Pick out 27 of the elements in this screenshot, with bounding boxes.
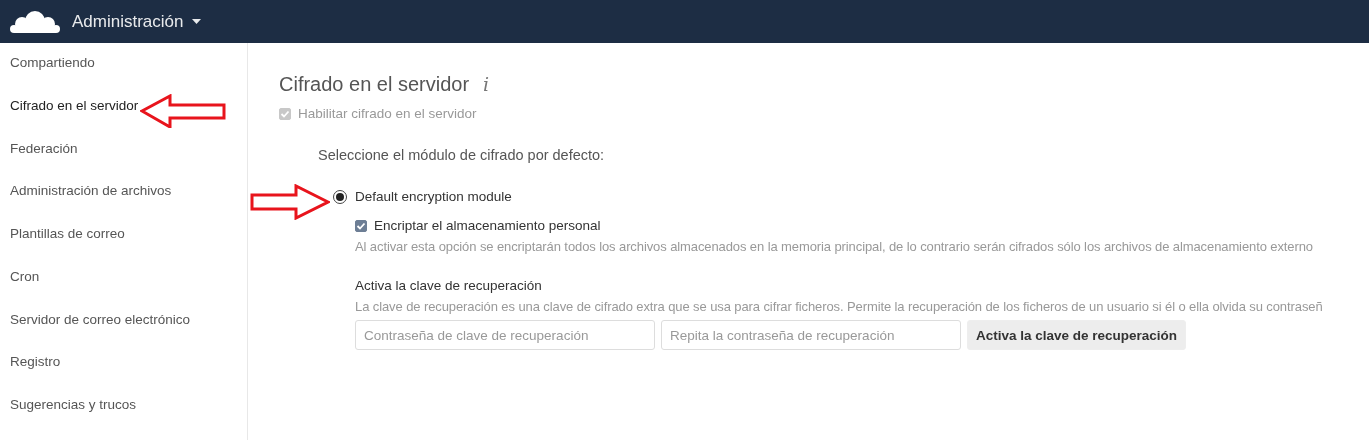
hint-text: Al activar esta opción se encriptarán todos los archivos almacenados en la memoria principal, de lo contrario serán cifrados sólo los archivos de almacenamiento externo (355, 239, 1314, 254)
radio-label: Default encryption module (355, 189, 512, 204)
caret-icon (191, 19, 201, 24)
checkbox-label: Habilitar cifrado en el servidor (298, 106, 477, 121)
sidebar-item[interactable]: Cron (0, 268, 247, 312)
sidebar-item[interactable]: Plantillas de correo (0, 226, 247, 269)
sidebar-item[interactable]: Federación (0, 140, 247, 184)
password-field[interactable]: Contraseña de clave de recuperación (355, 320, 655, 350)
sidebar-item[interactable]: Administración de archivos (0, 183, 247, 227)
annotation-arrow-icon (250, 184, 330, 220)
module-prompt: Seleccione el módulo de cifrado por defecto: (318, 147, 606, 163)
sidebar-item[interactable]: Servidor de correo electrónico (0, 311, 247, 355)
activate-button[interactable]: Activa la clave de recuperación (967, 320, 1187, 350)
sidebar-item[interactable]: Sugerencias y trucos (0, 397, 247, 440)
password-field[interactable]: Repita la contraseña de recuperación (661, 320, 961, 350)
annotation-arrow-icon (140, 94, 226, 128)
app-menu-button[interactable]: Administración (72, 11, 201, 32)
info-link[interactable]: i (483, 73, 490, 95)
sidebar-item[interactable]: Cifrado en el servidor (0, 97, 247, 141)
cloud-logo-icon[interactable] (10, 8, 60, 35)
checkbox-label: Encriptar el almacenamiento personal (374, 218, 601, 233)
hint-text: La clave de recuperación es una clave de cifrado extra que se usa para cifrar ficheros. Permite la recuperación de los ficheros de un usuario si él o ella olvida su contraseñ (355, 299, 1324, 314)
recovery-title: Activa la clave de recuperación (355, 278, 543, 293)
sidebar-item[interactable]: Registro (0, 354, 247, 398)
sidebar-item[interactable]: Compartiendo (0, 55, 247, 98)
checkbox[interactable] (355, 219, 367, 232)
section-title: Cifrado en el servidor (279, 73, 470, 96)
